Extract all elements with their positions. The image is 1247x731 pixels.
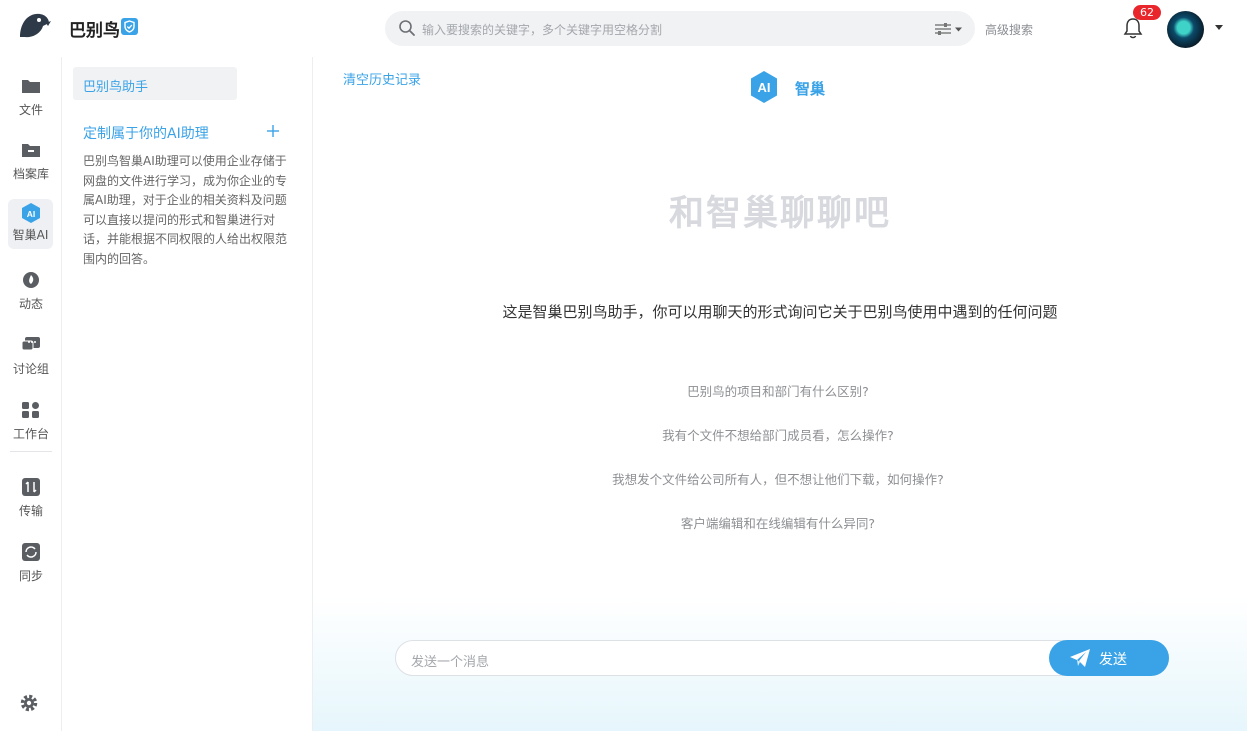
chat-icon: [21, 337, 40, 351]
send-button[interactable]: 发送: [1049, 640, 1169, 676]
user-avatar[interactable]: [1167, 11, 1204, 48]
search-input[interactable]: 输入要搜索的关键字，多个关键字用空格分割: [422, 21, 662, 38]
ai-icon: AI: [22, 203, 40, 223]
suggested-question[interactable]: 客户端编辑和在线编辑有什么异同?: [313, 513, 1243, 532]
filter-sliders-icon[interactable]: [933, 20, 965, 38]
rail-item-transfer[interactable]: 传输: [0, 474, 62, 529]
rail-item-label: 工作台: [12, 427, 49, 441]
rail-item-label: 传输: [18, 504, 43, 518]
rail-item-archive[interactable]: 档案库: [0, 137, 62, 192]
chat-area: 清空历史记录 AI 智巢 和智巢聊聊吧 这是智巢巴别鸟助手，你可以用聊天的形式询…: [313, 57, 1247, 731]
flame-icon: [23, 272, 39, 288]
notification-badge: 62: [1133, 5, 1161, 20]
svg-text:AI: AI: [27, 209, 36, 219]
transfer-icon: [22, 478, 40, 496]
assistant-panel: 巴别鸟助手 定制属于你的AI助理 巴别鸟智巢AI助理可以使用企业存储于网盘的文件…: [63, 57, 313, 731]
suggested-question[interactable]: 巴别鸟的项目和部门有什么区别?: [313, 381, 1243, 400]
brand-name: 巴别鸟: [69, 21, 120, 41]
top-header: 巴别鸟 输入要搜索的关键字，多个关键字用空格分割 高级搜索 62: [0, 0, 1247, 57]
suggested-question[interactable]: 我有个文件不想给部门成员看，怎么操作?: [313, 425, 1243, 444]
rail-divider: [10, 451, 52, 452]
rail-item-ai[interactable]: AI 智巢AI: [8, 199, 53, 257]
folder-icon: [22, 80, 40, 93]
bird-logo-icon[interactable]: [17, 11, 51, 41]
suggested-question[interactable]: 我想发个文件给公司所有人，但不想让他们下载，如何操作?: [313, 469, 1243, 488]
message-input-placeholder: 发送一个消息: [411, 655, 490, 670]
assistant-tab-label: 巴别鸟助手: [83, 80, 149, 95]
archive-icon: [22, 144, 40, 157]
advanced-search-link[interactable]: 高级搜索: [985, 21, 1033, 38]
ai-name: 智巢: [795, 80, 826, 98]
rail-item-label: 档案库: [12, 167, 49, 181]
verified-shield-icon: [121, 18, 138, 35]
rail-item-files[interactable]: 文件: [0, 73, 62, 128]
ai-hexagon-icon: AI: [751, 71, 777, 103]
plus-icon[interactable]: [266, 124, 280, 138]
assistant-tab[interactable]: 巴别鸟助手: [73, 67, 237, 100]
left-nav-rail: 文件 档案库 AI 智巢AI 动态 讨论组 工作台 传输 同步: [0, 57, 62, 731]
hero-title: 和智巢聊聊吧: [668, 194, 891, 234]
rail-item-label: 同步: [18, 569, 43, 583]
paper-plane-icon: [1070, 649, 1090, 667]
intro-text: 这是智巢巴别鸟助手，你可以用聊天的形式询问它关于巴别鸟使用中遇到的任何问题: [502, 303, 1058, 321]
search-bar[interactable]: 输入要搜索的关键字，多个关键字用空格分割: [385, 11, 975, 46]
ai-badge-text: AI: [758, 80, 771, 95]
rail-item-label: 文件: [18, 103, 43, 117]
custom-assistant-title: 定制属于你的AI助理: [83, 126, 209, 142]
rail-item-label: 讨论组: [12, 362, 49, 376]
chevron-down-icon[interactable]: [1215, 25, 1223, 30]
send-button-label: 发送: [1099, 652, 1127, 668]
rail-item-workbench[interactable]: 工作台: [0, 397, 62, 452]
rail-item-discussion[interactable]: 讨论组: [0, 332, 62, 387]
clear-history-link[interactable]: 清空历史记录: [343, 69, 421, 88]
rail-item-sync[interactable]: 同步: [0, 539, 62, 594]
rail-item-label: 动态: [18, 297, 43, 311]
sync-icon: [22, 543, 40, 561]
gear-icon[interactable]: [19, 693, 39, 713]
rail-item-activity[interactable]: 动态: [0, 267, 62, 322]
custom-assistant-description: 巴别鸟智巢AI助理可以使用企业存储于网盘的文件进行学习，成为你企业的专属AI助理…: [83, 154, 288, 266]
rail-item-label: 智巢AI: [12, 228, 49, 242]
search-icon: [399, 20, 415, 36]
grid-icon: [22, 402, 39, 418]
